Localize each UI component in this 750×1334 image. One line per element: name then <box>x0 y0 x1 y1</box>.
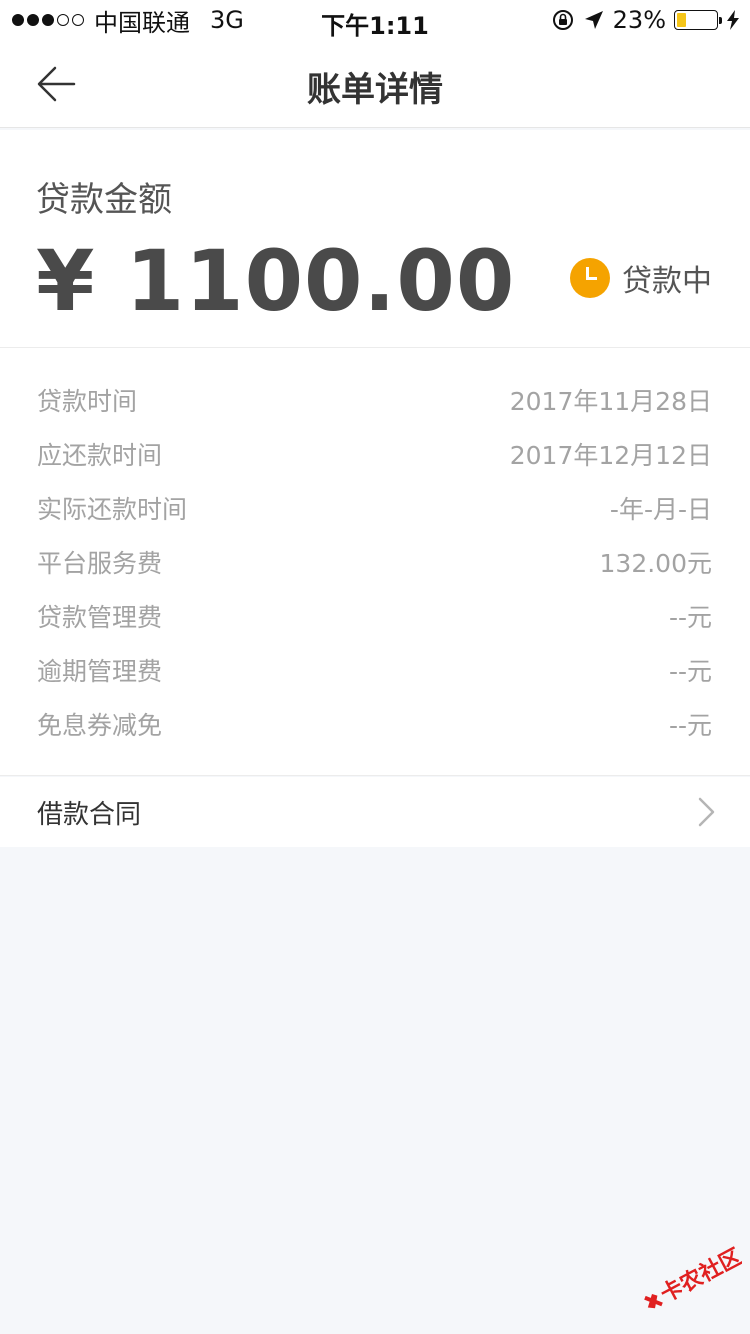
loan-amount-card: 贷款金额 ¥ 1100.00 贷款中 <box>0 130 750 348</box>
detail-row-overdue-fee: 逾期管理费 --元 <box>0 643 750 697</box>
loan-details-list: 贷款时间 2017年11月28日 应还款时间 2017年12月12日 实际还款时… <box>0 348 750 776</box>
location-arrow-icon <box>584 11 603 29</box>
detail-label: 应还款时间 <box>37 441 163 470</box>
detail-label: 逾期管理费 <box>37 657 163 686</box>
status-right: 23% <box>551 6 740 34</box>
watermark-text: 卡农社区 <box>656 1246 742 1308</box>
detail-value: 2017年11月28日 <box>509 387 712 416</box>
clock-icon <box>570 258 610 298</box>
detail-row-coupon-discount: 免息券减免 --元 <box>0 697 750 751</box>
detail-row-management-fee: 贷款管理费 --元 <box>0 589 750 643</box>
screen: 中国联通 3G 下午1:11 23% 账单详情 贷款金额 ¥ 1100.00 贷… <box>0 0 750 1334</box>
detail-label: 贷款管理费 <box>37 603 163 632</box>
loan-amount-label: 贷款金额 <box>36 180 172 220</box>
status-bar: 中国联通 3G 下午1:11 23% <box>0 0 750 40</box>
detail-label: 贷款时间 <box>37 387 138 416</box>
detail-label: 平台服务费 <box>37 549 163 578</box>
battery-percent: 23% <box>612 6 666 34</box>
battery-fill <box>677 13 686 27</box>
nav-bar: 账单详情 <box>0 40 750 128</box>
watermark-logo: 卡农社区 <box>644 1246 742 1309</box>
loan-status-text: 贷款中 <box>622 264 712 299</box>
chevron-right-icon <box>698 797 715 827</box>
battery-icon <box>674 10 722 30</box>
loan-amount-value: ¥ 1100.00 <box>36 232 516 330</box>
detail-value: 2017年12月12日 <box>509 441 712 470</box>
page-title: 账单详情 <box>307 70 443 110</box>
detail-value: --元 <box>668 603 712 632</box>
detail-row-due-date: 应还款时间 2017年12月12日 <box>0 427 750 481</box>
detail-label: 实际还款时间 <box>37 495 188 524</box>
loan-status-badge: 贷款中 <box>570 256 712 300</box>
detail-row-actual-repay-date: 实际还款时间 -年-月-日 <box>0 481 750 535</box>
detail-label: 免息券减免 <box>37 711 163 740</box>
loan-contract-label: 借款合同 <box>37 799 142 830</box>
detail-value: 132.00元 <box>599 549 712 578</box>
charging-bolt-icon <box>727 10 739 30</box>
detail-row-platform-fee: 平台服务费 132.00元 <box>0 535 750 589</box>
detail-row-loan-time: 贷款时间 2017年11月28日 <box>0 373 750 427</box>
rotation-lock-icon <box>552 10 573 30</box>
loan-contract-row[interactable]: 借款合同 <box>0 777 750 847</box>
detail-value: -年-月-日 <box>609 495 712 524</box>
detail-value: --元 <box>668 657 712 686</box>
detail-value: --元 <box>668 711 712 740</box>
